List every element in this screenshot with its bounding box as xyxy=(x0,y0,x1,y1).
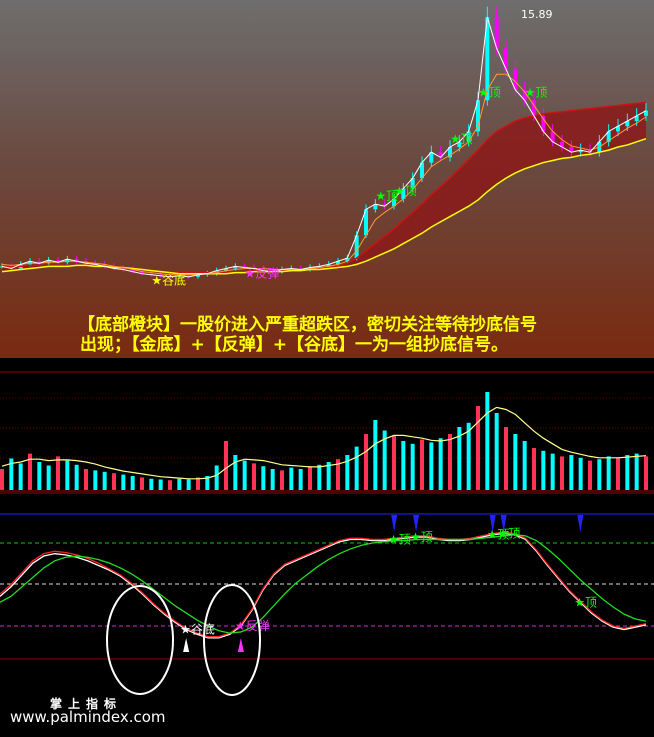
volume-bar xyxy=(298,469,303,490)
volume-bar xyxy=(158,479,163,490)
volume-bar xyxy=(476,406,480,490)
volume-bar xyxy=(616,457,620,490)
volume-bar xyxy=(37,462,42,490)
volume-bar xyxy=(289,467,294,490)
volume-bar xyxy=(46,465,51,490)
osc-signal-label: ★反弹 xyxy=(235,619,270,633)
volume-bar xyxy=(429,442,434,490)
osc-signal-label: ★顶 xyxy=(410,530,433,544)
volume-bar xyxy=(149,478,154,490)
volume-bar xyxy=(0,469,4,490)
volume-bar xyxy=(634,453,639,490)
volume-bar xyxy=(252,463,256,490)
volume-bar xyxy=(317,464,322,490)
volume-bar xyxy=(485,392,490,490)
volume-bar xyxy=(308,466,312,490)
volume-bar xyxy=(438,438,443,490)
volume-bar xyxy=(56,456,60,490)
volume-bar xyxy=(410,443,415,490)
volume-bar xyxy=(606,456,611,490)
volume-bar xyxy=(242,460,247,490)
watermark-url: www.palmindex.com xyxy=(10,708,166,726)
volume-bar xyxy=(233,455,238,490)
volume-bar xyxy=(65,460,70,490)
osc-signal-label: ★谷底 xyxy=(180,622,215,637)
volume-bar xyxy=(177,478,182,490)
chart-screenshot: { "title": "", "caption": { "line1": "【底… xyxy=(0,0,654,737)
volume-bar xyxy=(560,456,564,490)
caption-line-1: 【底部橙块】一股价进入严重超跌区，密切关注等待抄底信号 xyxy=(78,314,537,335)
volume-bar xyxy=(466,422,471,490)
price-signal-label: ★反弹 xyxy=(245,266,280,280)
volume-bar xyxy=(364,434,368,490)
volume-bar xyxy=(280,470,284,490)
volume-bar xyxy=(214,465,219,490)
price-panel-bg xyxy=(0,0,654,358)
volume-bar xyxy=(186,479,191,490)
volume-bar xyxy=(140,477,144,490)
volume-bar xyxy=(550,453,555,490)
volume-bar xyxy=(354,446,359,490)
volume-bar xyxy=(224,441,228,490)
price-signal-label: ★顶 xyxy=(394,184,417,198)
volume-bar xyxy=(392,435,396,490)
volume-bar xyxy=(522,441,527,490)
osc-signal-label: ★顶 xyxy=(498,527,521,541)
volume-bar xyxy=(597,459,602,490)
osc-white_line xyxy=(0,532,647,639)
volume-bar xyxy=(578,457,583,490)
volume-bars-group xyxy=(0,392,648,490)
osc-signal-label: ★顶 xyxy=(388,532,411,546)
osc-bottom-arrow xyxy=(183,638,190,652)
volume-bar xyxy=(448,434,452,490)
volume-bar xyxy=(401,441,406,490)
volume-bar xyxy=(532,448,536,490)
volume-bar xyxy=(625,455,630,490)
volume-bar xyxy=(644,456,648,490)
volume-bar xyxy=(121,474,126,490)
volume-bar xyxy=(74,464,79,490)
volume-bar xyxy=(112,473,116,490)
volume-bar xyxy=(18,463,23,490)
volume-bar xyxy=(130,476,135,490)
volume-bar xyxy=(420,439,424,490)
volume-bar xyxy=(102,471,107,490)
volume-ma-group xyxy=(1,406,647,480)
volume-bar xyxy=(494,413,499,490)
volume-bar xyxy=(504,427,508,490)
highlight-ellipse-1 xyxy=(106,585,174,695)
chart-canvas: ★谷底★反弹★顶★顶★顶★顶 ★顶 15.89 【底部橙块】一股价进入严重超跌区，… xyxy=(0,0,654,726)
osc-bottom-arrow xyxy=(237,638,244,652)
highlight-ellipse-2 xyxy=(203,584,261,696)
volume-bar xyxy=(261,466,266,490)
volume-bar xyxy=(541,450,546,490)
volume-bar xyxy=(373,420,378,490)
osc-top-arrow xyxy=(391,515,398,532)
price-signal-label: ★谷底 xyxy=(151,273,186,288)
caption-line-2: 出现；【金底】+【反弹】+【谷底】一为一组抄底信号。 xyxy=(80,334,508,355)
volume-bar xyxy=(168,480,172,490)
price-signal-label: ★顶 xyxy=(450,132,473,146)
volume-bar xyxy=(270,469,275,490)
volume-ma-line xyxy=(1,406,647,480)
osc-signal-label: ★顶 xyxy=(574,595,597,609)
price-signal-label: ★顶 xyxy=(525,85,548,99)
osc-top-arrow xyxy=(577,515,584,532)
volume-bar xyxy=(84,469,88,490)
volume-bar xyxy=(569,455,574,490)
osc-lines-group xyxy=(0,531,647,639)
price-signal-label: ★顶 xyxy=(478,85,501,99)
volume-bar xyxy=(93,470,98,490)
volume-bar xyxy=(513,434,518,490)
volume-bar xyxy=(588,460,592,490)
price-high-label: 15.89 xyxy=(521,8,553,21)
